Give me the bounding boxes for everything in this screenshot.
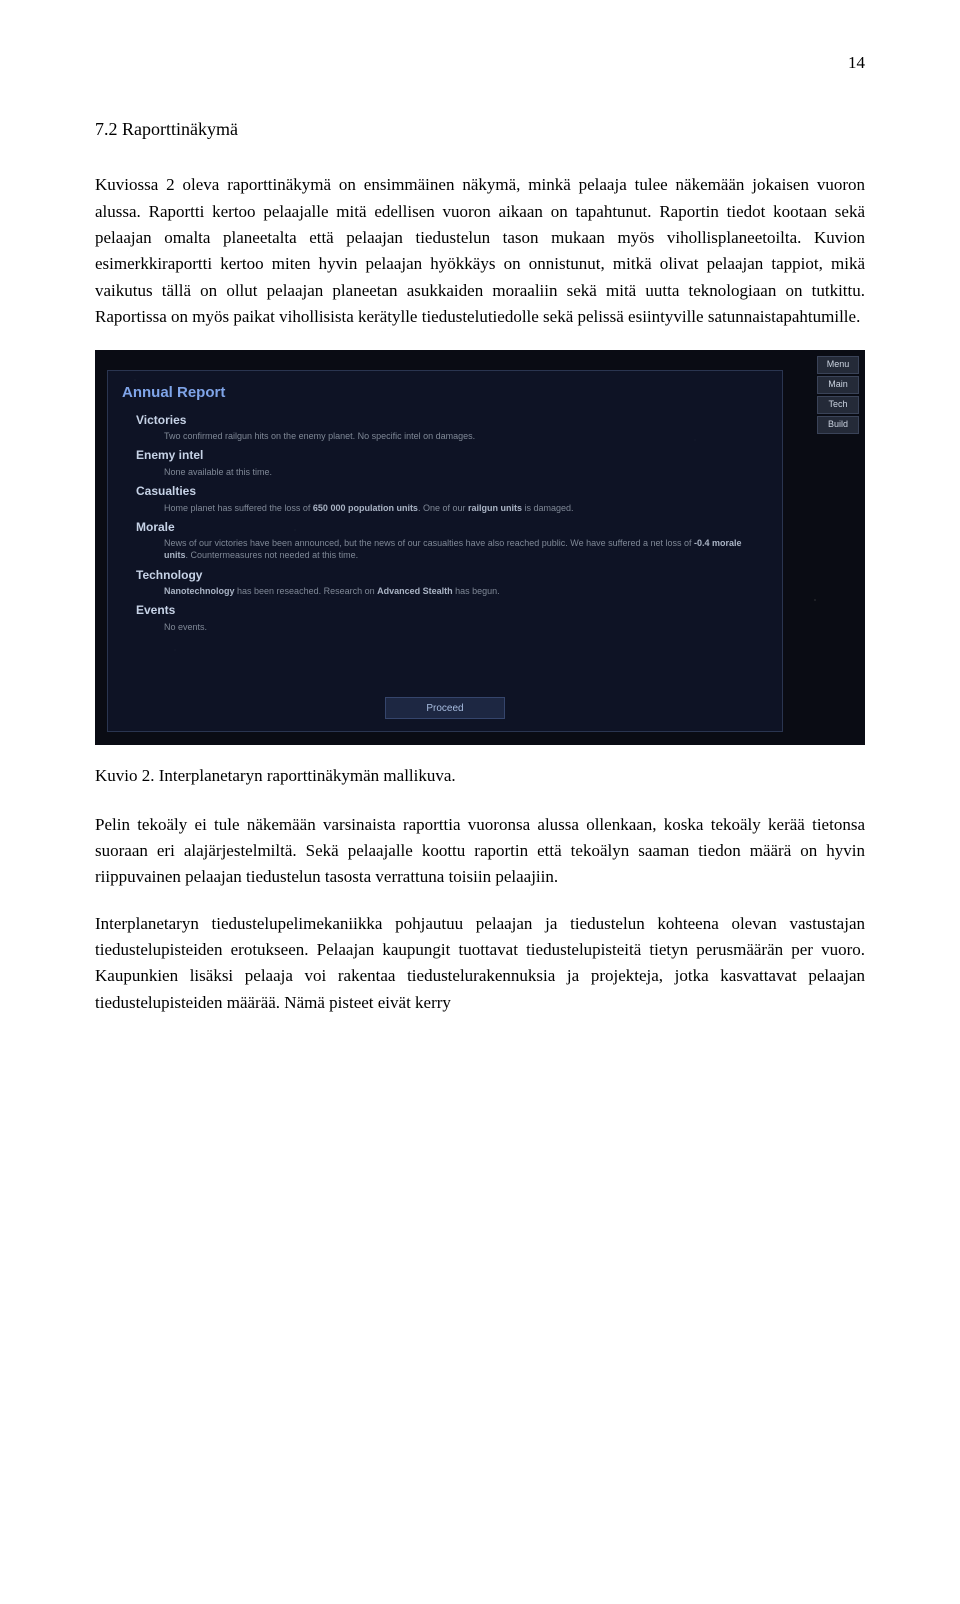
label-technology: Technology (136, 566, 766, 585)
label-casualties: Casualties (136, 482, 766, 501)
label-events: Events (136, 601, 766, 620)
section-casualties: Casualties Home planet has suffered the … (108, 482, 782, 514)
side-menu: Menu Main Tech Build (817, 356, 859, 434)
game-screenshot: Annual Report Victories Two confirmed ra… (95, 350, 865, 745)
section-victories: Victories Two confirmed railgun hits on … (108, 411, 782, 443)
section-enemy-intel: Enemy intel None available at this time. (108, 446, 782, 478)
paragraph-3: Interplanetaryn tiedustelupelimekaniikka… (95, 911, 865, 1016)
value-casualties: Home planet has suffered the loss of 650… (136, 502, 766, 514)
value-enemy-intel: None available at this time. (136, 466, 766, 478)
paragraph-2: Pelin tekoäly ei tule näkemään varsinais… (95, 812, 865, 891)
value-victories: Two confirmed railgun hits on the enemy … (136, 430, 766, 442)
figure-caption: Kuvio 2. Interplanetaryn raporttinäkymän… (95, 763, 865, 789)
report-title: Annual Report (108, 379, 782, 410)
label-morale: Morale (136, 518, 766, 537)
label-victories: Victories (136, 411, 766, 430)
value-technology: Nanotechnology has been reseached. Resea… (136, 585, 766, 597)
proceed-button[interactable]: Proceed (385, 697, 505, 719)
section-heading: 7.2 Raporttinäkymä (95, 116, 865, 144)
label-enemy-intel: Enemy intel (136, 446, 766, 465)
menu-button-main[interactable]: Main (817, 376, 859, 394)
menu-button-tech[interactable]: Tech (817, 396, 859, 414)
page-number: 14 (95, 50, 865, 76)
section-events: Events No events. (108, 601, 782, 633)
report-panel: Annual Report Victories Two confirmed ra… (107, 370, 783, 732)
menu-button-menu[interactable]: Menu (817, 356, 859, 374)
value-morale: News of our victories have been announce… (136, 537, 766, 561)
paragraph-1: Kuviossa 2 oleva raporttinäkymä on ensim… (95, 172, 865, 330)
section-morale: Morale News of our victories have been a… (108, 518, 782, 562)
value-events: No events. (136, 621, 766, 633)
section-technology: Technology Nanotechnology has been resea… (108, 566, 782, 598)
menu-button-build[interactable]: Build (817, 416, 859, 434)
